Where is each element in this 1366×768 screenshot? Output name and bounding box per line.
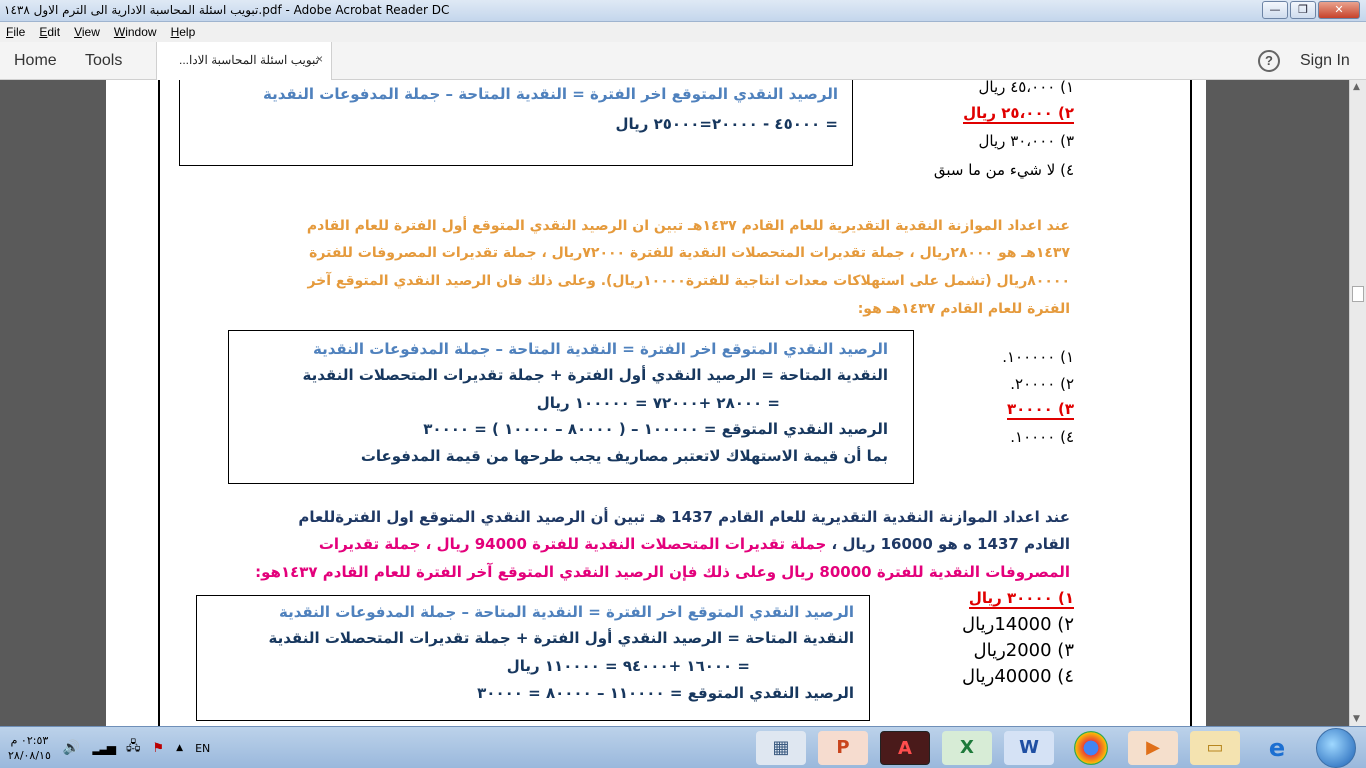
box3-line1: الرصيد النقدي المتوقع اخر الفترة = النقد… bbox=[278, 603, 854, 621]
media-player-icon[interactable]: ▶ bbox=[1128, 731, 1178, 765]
file-explorer-icon[interactable]: ▭ bbox=[1190, 731, 1240, 765]
document-viewport[interactable]: الرصيد النقدي المتوقع اخر الفترة = النقد… bbox=[0, 80, 1349, 726]
q2-option-1: ١) ١٠٠٠٠٠. bbox=[1002, 348, 1074, 366]
menu-window[interactable]: Window bbox=[114, 25, 157, 39]
q3-text-line2-b: جملة تقديرات المتحصلات النقدية للفترة 94… bbox=[318, 535, 827, 553]
box2-line4: الرصيد النقدي المتوقع = ١٠٠٠٠٠ – ( ٨٠٠٠٠… bbox=[423, 420, 888, 438]
q2-option-3: ٣) ٣٠٠٠٠ bbox=[1006, 400, 1074, 420]
clock-time: ٠٢:٥٣ م bbox=[10, 734, 49, 747]
scroll-up-icon[interactable]: ▲ bbox=[1353, 82, 1360, 92]
box1-line2: = ٤٥٠٠٠ - ٢٠٠٠٠=٢٥٠٠٠ ريال bbox=[615, 115, 838, 133]
signal-icon[interactable]: ▂▃▅ bbox=[92, 741, 116, 755]
tab-home[interactable]: Home bbox=[14, 52, 57, 70]
q1-option-2: ٢) ٢٥،٠٠٠ ريال bbox=[963, 104, 1074, 124]
q3-text-line3: المصروفات النقدية للفترة 80000 ريال وعلى… bbox=[255, 563, 1070, 581]
window-title: تبويب اسئلة المحاسبة الادارية الى الترم … bbox=[4, 3, 450, 17]
q2-option-2: ٢) ٢٠٠٠٠. bbox=[1010, 375, 1074, 393]
box3-line4: الرصيد النقدي المتوقع = ١١٠٠٠٠ – ٨٠٠٠٠ =… bbox=[477, 684, 854, 702]
box2-line2: النقدية المتاحة = الرصيد النقدي أول الفت… bbox=[302, 366, 888, 384]
menu-bar: File Edit View Window Help bbox=[0, 22, 1366, 42]
menu-view[interactable]: View bbox=[74, 25, 100, 39]
sign-in-button[interactable]: Sign In bbox=[1300, 52, 1350, 70]
box3-line3: = ١٦٠٠٠ +٩٤٠٠٠ = ١١٠٠٠٠ ريال bbox=[506, 657, 750, 675]
tray-expand-icon[interactable]: ▲ bbox=[176, 743, 183, 753]
excel-icon[interactable]: X bbox=[942, 731, 992, 765]
q3-text-line1: عند اعداد الموازنة النقدية التقديرية للع… bbox=[298, 508, 1070, 526]
chrome-icon[interactable] bbox=[1074, 731, 1108, 765]
menu-edit[interactable]: Edit bbox=[39, 25, 60, 39]
box2-line3: = ٢٨٠٠٠ +٧٢٠٠٠ = ١٠٠٠٠٠ ريال bbox=[536, 394, 780, 412]
tab-bar: Home Tools تبويب اسئلة المحاسبة الادا...… bbox=[0, 42, 1366, 80]
powerpoint-icon[interactable]: P bbox=[818, 731, 868, 765]
q3-option-1: ١) ٣٠٠٠٠ ريال bbox=[968, 589, 1074, 609]
box3-line2: النقدية المتاحة = الرصيد النقدي أول الفت… bbox=[268, 629, 854, 647]
word-icon[interactable]: W bbox=[1004, 731, 1054, 765]
title-bar: تبويب اسئلة المحاسبة الادارية الى الترم … bbox=[0, 0, 1366, 22]
menu-file[interactable]: File bbox=[6, 25, 25, 39]
box2-line5: بما أن قيمة الاستهلاك لاتعتبر مصاريف يجب… bbox=[360, 447, 888, 465]
start-button[interactable] bbox=[1316, 728, 1356, 768]
close-button[interactable]: ✕ bbox=[1318, 1, 1360, 19]
q2-option-4: ٤) ١٠٠٠٠. bbox=[1010, 428, 1074, 446]
box2-line1: الرصيد النقدي المتوقع اخر الفترة = النقد… bbox=[312, 340, 888, 358]
acrobat-icon[interactable]: A bbox=[880, 731, 930, 765]
minimize-button[interactable]: — bbox=[1262, 1, 1288, 19]
q2-text-line2: ١٤٣٧هـ هو ٢٨٠٠٠ريال ، جملة تقديرات المتح… bbox=[309, 245, 1070, 261]
flag-icon[interactable]: ⚑ bbox=[153, 741, 165, 756]
pdf-page: الرصيد النقدي المتوقع اخر الفترة = النقد… bbox=[106, 80, 1206, 726]
q1-option-4: ٤) لا شيء من ما سبق bbox=[933, 161, 1074, 179]
document-tab-label: تبويب اسئلة المحاسبة الادا... bbox=[179, 53, 319, 67]
close-tab-icon[interactable]: × bbox=[316, 52, 323, 66]
q2-text-line4: الفترة للعام القادم ١٤٣٧هـ هو: bbox=[857, 301, 1070, 317]
menu-help[interactable]: Help bbox=[171, 25, 196, 39]
volume-icon[interactable]: 🔊 bbox=[63, 740, 80, 756]
tab-tools[interactable]: Tools bbox=[85, 52, 122, 70]
tab-document[interactable]: تبويب اسئلة المحاسبة الادا... × bbox=[156, 42, 332, 80]
q3-option-4: ٤) 40000ريال bbox=[962, 666, 1074, 687]
q3-option-3: ٣) 2000ريال bbox=[973, 640, 1075, 661]
q1-option-1: ١) ٤٥،٠٠٠ ريال bbox=[978, 80, 1074, 96]
system-tray: ٠٢:٥٣ م ٢٨/٠٨/١٥ 🔊 ▂▃▅ 🖧 ⚑ ▲ EN bbox=[0, 727, 210, 768]
box1-line1: الرصيد النقدي المتوقع اخر الفترة = النقد… bbox=[262, 85, 838, 103]
q3-option-2: ٢) 14000ريال bbox=[962, 614, 1074, 635]
internet-explorer-icon[interactable]: e bbox=[1252, 731, 1302, 765]
calculator-icon[interactable]: ▦ bbox=[756, 731, 806, 765]
network-icon[interactable]: 🖧 bbox=[126, 737, 141, 759]
taskbar: ٠٢:٥٣ م ٢٨/٠٨/١٥ 🔊 ▂▃▅ 🖧 ⚑ ▲ EN ▦ P A X … bbox=[0, 726, 1366, 768]
q3-text-line2: القادم 1437 ه هو 16000 ريال ، جملة تقدير… bbox=[319, 535, 1070, 553]
help-icon[interactable]: ? bbox=[1258, 50, 1280, 72]
vertical-scrollbar[interactable]: ▲ ▼ bbox=[1349, 80, 1366, 726]
maximize-button[interactable]: ❐ bbox=[1290, 1, 1316, 19]
clock-date: ٢٨/٠٨/١٥ bbox=[8, 749, 51, 762]
q3-text-line2-a: القادم 1437 ه هو 16000 ريال ، bbox=[826, 535, 1070, 553]
q1-option-3: ٣) ٣٠،٠٠٠ ريال bbox=[978, 132, 1074, 150]
language-indicator[interactable]: EN bbox=[195, 742, 210, 755]
window-controls: — ❐ ✕ bbox=[1262, 1, 1360, 19]
scroll-down-icon[interactable]: ▼ bbox=[1353, 714, 1360, 724]
scroll-thumb[interactable] bbox=[1352, 286, 1364, 302]
q2-text-line3: ٨٠٠٠٠ريال (تشمل على استهلاكات معدات انتا… bbox=[307, 273, 1070, 289]
clock[interactable]: ٠٢:٥٣ م ٢٨/٠٨/١٥ bbox=[8, 733, 51, 763]
q2-text-line1: عند اعداد الموازنة النقدية التقديرية للع… bbox=[306, 218, 1070, 234]
